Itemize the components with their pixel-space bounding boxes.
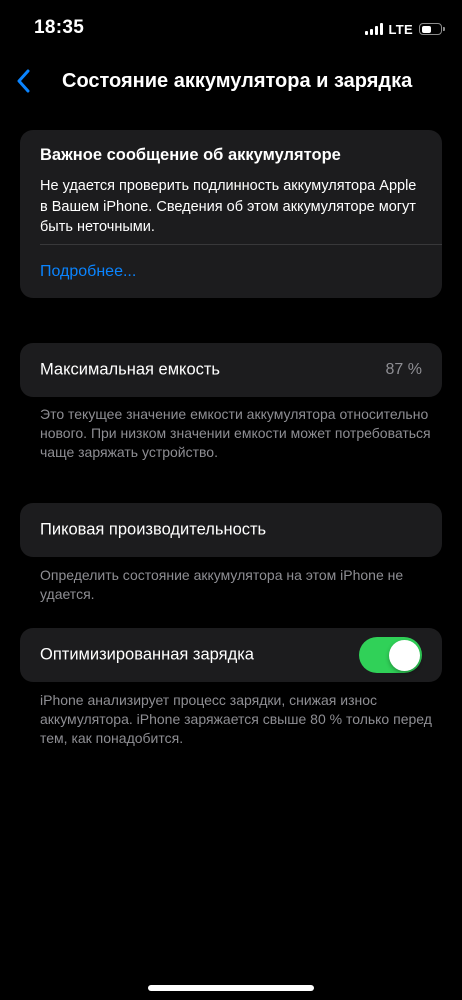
toggle-knob <box>388 639 420 671</box>
battery-alert-card: Важное сообщение об аккумуляторе Не удае… <box>20 130 442 298</box>
max-capacity-row: Максимальная емкость 87 % <box>20 343 442 397</box>
battery-level-fill <box>421 25 431 33</box>
max-capacity-value: 87 % <box>385 361 422 378</box>
optimized-charging-row: Оптимизированная зарядка <box>20 628 442 682</box>
max-capacity-footnote: Это текущее значение емкости аккумулятор… <box>40 406 431 460</box>
chevron-left-icon <box>17 69 30 93</box>
learn-more-link[interactable]: Подробнее... <box>40 263 136 281</box>
back-button[interactable] <box>6 64 40 98</box>
page-title: Состояние аккумулятора и зарядка <box>62 70 413 92</box>
navigation-bar: Состояние аккумулятора и зарядка <box>0 56 462 108</box>
peak-performance-footnote: Определить состояние аккумулятора на это… <box>40 567 404 602</box>
alert-body: Не удается проверить подлинность аккумул… <box>40 178 417 235</box>
status-time: 18:35 <box>34 17 85 38</box>
cellular-signal-icon <box>364 23 383 35</box>
peak-performance-label: Пиковая производительность <box>40 520 267 539</box>
network-type: LTE <box>388 21 413 37</box>
battery-icon <box>419 23 445 35</box>
alert-divider <box>40 244 442 245</box>
optimized-charging-footnote: iPhone анализирует процесс зарядки, сниж… <box>40 692 432 746</box>
optimized-charging-label: Оптимизированная зарядка <box>40 645 254 664</box>
optimized-charging-toggle[interactable] <box>359 637 422 673</box>
status-indicators: LTE <box>364 20 445 38</box>
status-bar: 18:35 LTE <box>0 0 462 56</box>
home-indicator[interactable] <box>148 985 314 991</box>
max-capacity-label: Максимальная емкость <box>40 360 221 379</box>
alert-title: Важное сообщение об аккумуляторе <box>40 146 341 164</box>
peak-performance-row: Пиковая производительность <box>20 503 442 557</box>
